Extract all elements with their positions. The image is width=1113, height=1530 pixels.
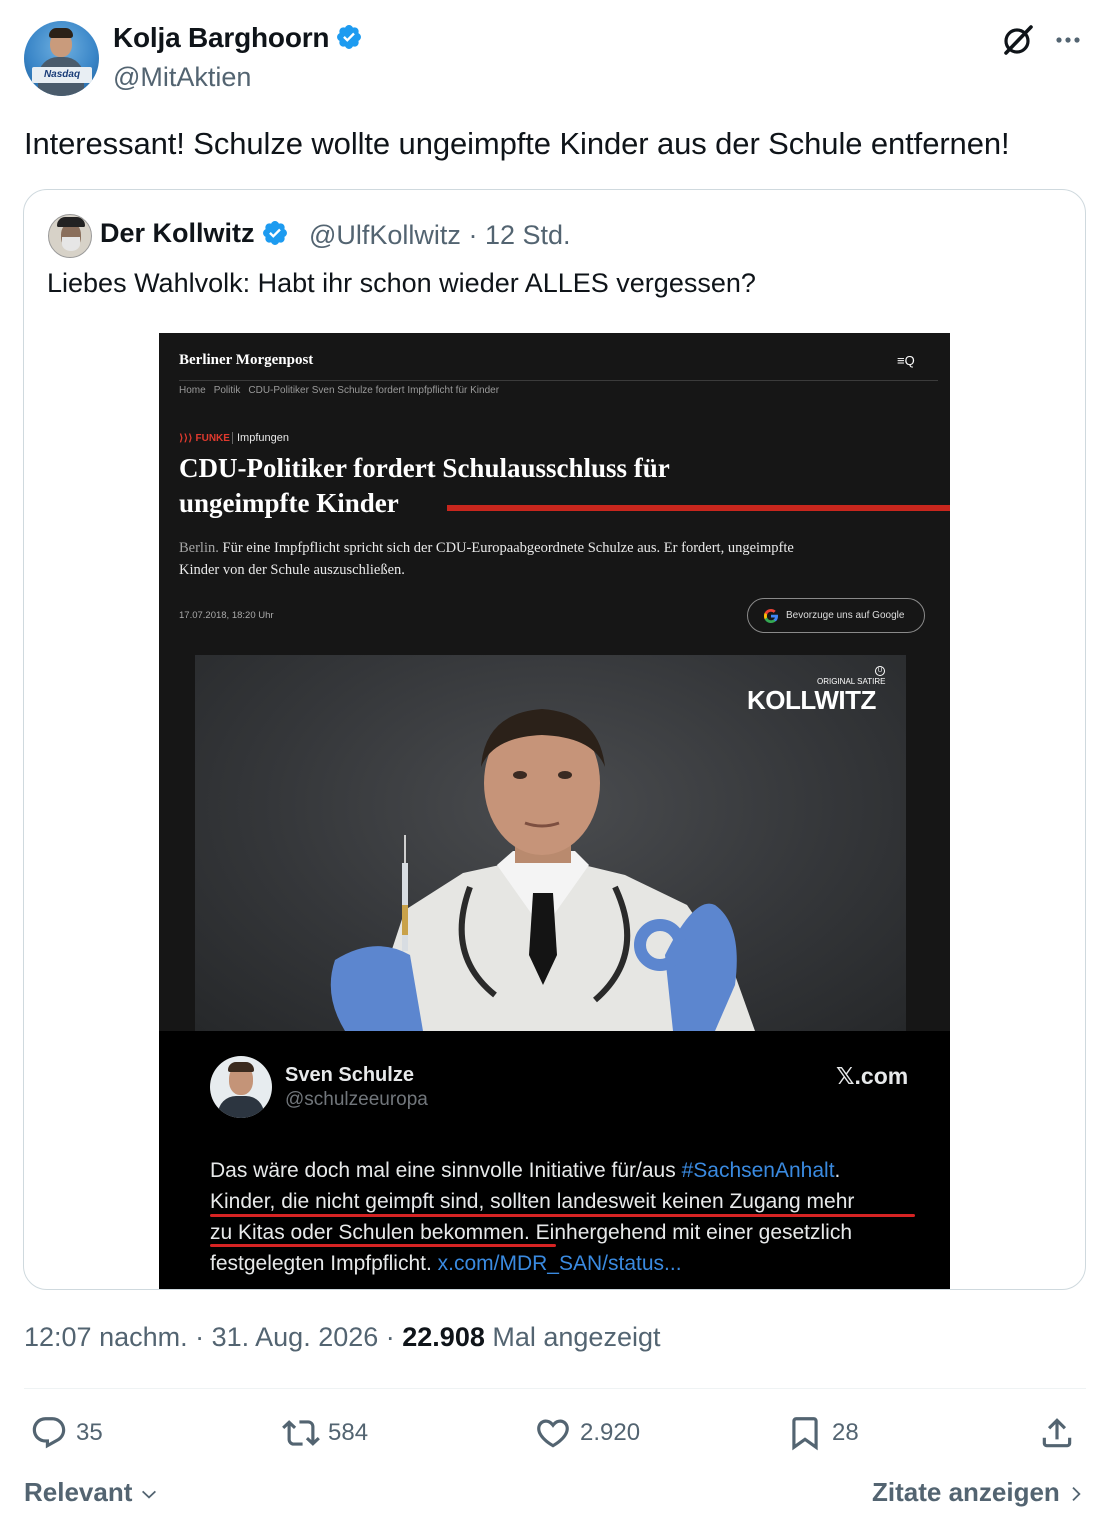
author-name-row[interactable]: Kolja Barghoorn [113,22,363,54]
more-options-icon[interactable] [1052,24,1084,56]
sort-label: Relevant [24,1477,133,1507]
author-avatar[interactable]: Nasdaq [24,21,99,96]
embedded-x-post: Sven Schulze @schulzeeuropa 𝕏.com Das wä… [159,1031,950,1289]
view-quotes-link[interactable]: Zitate anzeigen [872,1477,1085,1508]
breadcrumb: Home Politik CDU-Politiker Sven Schulze fo… [179,385,507,396]
menu-search-icon: ≡Q [897,353,915,368]
newspaper-logo: Berliner Morgenpost [179,352,314,368]
headline-line: ungeimpfte Kinder [179,488,399,518]
repost-icon [282,1420,320,1446]
quoted-time[interactable]: 12 Std. [485,220,571,250]
breadcrumb-item: Politik [213,385,241,396]
watermark-kollwitz: KOLLWITZ [747,685,876,715]
author-handle[interactable]: @MitAktien [113,62,251,93]
repost-button[interactable]: 584 [282,1413,368,1453]
breadcrumb-item: CDU-Politiker Sven Schulze fordert Impfp… [248,385,500,396]
chevron-down-icon [141,1490,156,1499]
category-label: Impfungen [237,432,289,444]
bookmark-icon [792,1417,818,1451]
embedded-line: Das wäre doch mal eine sinnvolle Initiat… [210,1159,841,1182]
reply-button[interactable]: 35 [30,1413,103,1453]
like-count: 2.920 [580,1419,641,1446]
bookmark-button[interactable]: 28 [786,1413,859,1453]
tweet-time[interactable]: 12:07 nachm. [24,1322,188,1352]
breadcrumb-item: Home [179,385,206,396]
chevron-right-icon [1072,1486,1081,1502]
avatar-sign-text: Nasdaq [32,67,92,83]
share-button[interactable] [1038,1413,1084,1453]
embedded-link: x.com/MDR_SAN/status... [437,1252,682,1275]
watermark-mark: U [875,666,885,676]
embedded-line: Kinder, die nicht geimpft sind, sollten … [210,1190,855,1213]
grok-icon[interactable] [1000,22,1036,58]
view-quotes-label: Zitate anzeigen [872,1477,1060,1507]
tweet-text: Interessant! Schulze wollte ungeimpfte K… [24,126,1010,161]
hashtag: #SachsenAnhalt [681,1159,835,1182]
share-icon [1042,1418,1072,1448]
repost-count: 584 [328,1419,369,1446]
embedded-post-avatar [210,1056,272,1118]
embedded-post-name: Sven Schulze [285,1064,414,1086]
funke-label: ⟩⟩⟩ FUNKE [179,433,230,444]
reply-count: 35 [76,1419,103,1446]
quoted-tweet-text: Liebes Wahlvolk: Habt ihr schon wieder A… [47,268,756,298]
quoted-author-name[interactable]: Der Kollwitz [100,218,255,248]
view-count: 22.908 [402,1322,485,1352]
article-date: 17.07.2018, 18:20 Uhr [179,610,274,621]
red-underline [210,1214,915,1217]
x-com-label: 𝕏.com [836,1063,909,1089]
google-preference-button: Bevorzuge uns auf Google [747,598,925,633]
google-icon [764,609,778,623]
category-separator [232,432,233,444]
divider [24,1388,1086,1389]
article-lead: Berlin. Für eine Impfpflicht spricht sic… [179,537,799,581]
quoted-author-meta: @UlfKollwitz · 12 Std. [309,220,571,250]
google-button-label: Bevorzuge uns auf Google [786,610,905,621]
headline-accent-bar [447,505,950,511]
quoted-tweet-image[interactable]: Berliner Morgenpost ≡Q Home Politik CDU-Po… [159,333,950,1289]
bookmark-count: 28 [832,1419,859,1446]
heart-icon [537,1419,569,1448]
article-photo: ORIGINAL SATIRE U KOLLWITZ [195,655,906,1031]
quoted-tweet-card[interactable]: Der Kollwitz @UlfKollwitz · 12 Std. Lieb… [23,189,1086,1290]
quoted-author-name-row[interactable]: Der Kollwitz [100,218,289,249]
sort-dropdown[interactable]: Relevant [24,1477,158,1508]
like-button[interactable]: 2.920 [534,1413,640,1453]
embedded-post-handle: @schulzeeuropa [285,1089,428,1110]
embedded-post-text: Das wäre doch mal eine sinnvolle Initiat… [210,1155,930,1279]
reply-icon [32,1417,66,1449]
tweet-meta: 12:07 nachm. · 31. Aug. 2026 · 22.908 Ma… [24,1322,661,1352]
lead-city: Berlin. [179,540,219,556]
verified-badge-icon [262,221,287,245]
headline-line: CDU-Politiker fordert Schulausschluss fü… [179,453,670,483]
author-name[interactable]: Kolja Barghoorn [113,22,330,53]
embedded-line: festgelegten Impfpflicht. x.com/MDR_SAN/… [210,1252,682,1275]
lead-text: Für eine Impfpflicht spricht sich der CD… [179,540,794,578]
views-label: Mal angezeigt [492,1322,661,1352]
verified-badge-icon [337,25,362,49]
quoted-author-avatar[interactable] [48,214,92,258]
tweet-date[interactable]: 31. Aug. 2026 [212,1322,379,1352]
header-divider [179,380,938,381]
quoted-author-handle[interactable]: @UlfKollwitz [309,220,461,250]
red-underline [210,1244,556,1247]
